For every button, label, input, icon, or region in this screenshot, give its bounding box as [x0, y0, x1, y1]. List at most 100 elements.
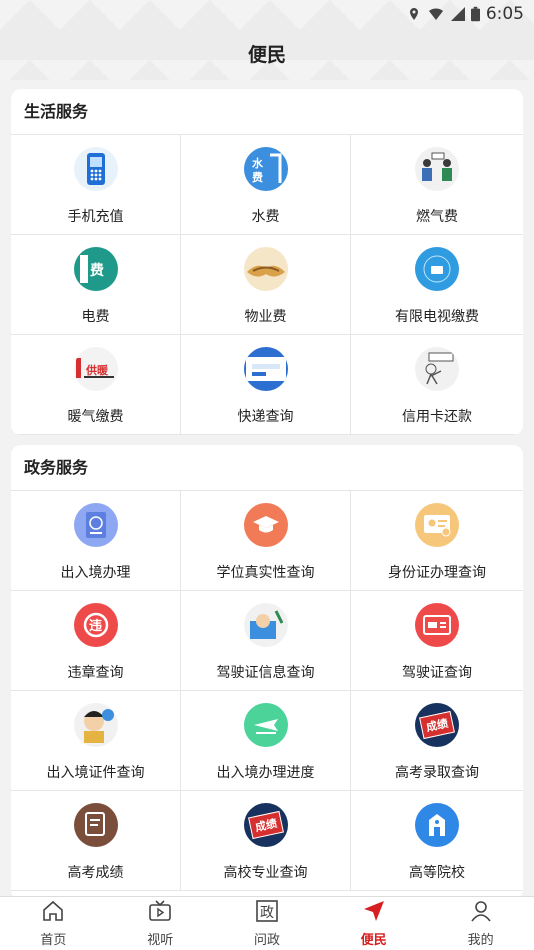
- gov-service-item[interactable]: 成绩 高考录取查询: [351, 691, 523, 791]
- flight-progress-icon: [243, 703, 288, 747]
- life-service-item-label: 水费: [251, 209, 280, 225]
- signal-icon: [450, 7, 465, 21]
- gov-service-item-label: 高考录取查询: [395, 765, 479, 781]
- life-service-item[interactable]: 费电费: [11, 235, 181, 335]
- gas-bill-icon: [415, 147, 459, 191]
- tv-icon: [148, 899, 172, 929]
- life-services-grid: 手机充值水费水费 燃气费费电费 物业费 有限电视缴费 供暖 暖气缴费 快递查询 信用卡还款: [11, 135, 523, 435]
- svg-text:水: 水: [252, 156, 264, 170]
- gov-service-item-label: 身份证办理查询: [388, 565, 486, 581]
- water-bill-icon: 水费: [243, 147, 288, 191]
- life-service-item[interactable]: 信用卡还款: [351, 335, 523, 435]
- user-icon: [469, 899, 493, 929]
- cable-tv-icon: [415, 247, 459, 291]
- gov-service-item[interactable]: 学位真实性查询: [181, 491, 351, 591]
- driver-info-icon: [243, 603, 288, 647]
- nav-item-label: 便民: [360, 933, 387, 948]
- life-service-item-label: 信用卡还款: [402, 409, 472, 425]
- life-service-item[interactable]: 快递查询: [181, 335, 351, 435]
- graduation-cap-icon: [243, 503, 288, 547]
- driver-license-icon: [415, 603, 459, 647]
- score-badge: 成绩: [419, 710, 455, 740]
- express-query-icon: [243, 347, 288, 391]
- gov-service-item[interactable]: 身份证办理查询: [351, 491, 523, 591]
- gov-service-item-label: 出入境办理进度: [216, 765, 315, 781]
- nav-item-label: 首页: [40, 933, 67, 948]
- bottom-nav: 首页 视听政问政 便民 我的: [0, 896, 534, 950]
- gov-service-item[interactable]: 违违章查询: [11, 591, 181, 691]
- passport-icon: [73, 503, 118, 547]
- life-service-item-label: 暖气缴费: [67, 409, 124, 425]
- life-services-card: 生活服务 手机充值水费水费 燃气费费电费 物业费 有限电视缴费 供暖 暖气缴费 快递查询 信用…: [11, 89, 523, 435]
- gov-service-item[interactable]: 出入境办理: [11, 491, 181, 591]
- violation-icon: 违: [73, 603, 118, 647]
- phone-recharge-icon: [73, 147, 118, 191]
- life-service-item-label: 燃气费: [416, 209, 458, 225]
- gov-service-item[interactable]: 高考成绩: [11, 791, 181, 891]
- gov-service-item-label: 驾驶证查询: [402, 665, 472, 681]
- gov-service-item-label: 高校专业查询: [223, 865, 308, 881]
- nav-item-tv[interactable]: 视听: [107, 897, 214, 950]
- gov-service-item-label: 高等院校: [409, 865, 465, 881]
- nav-item-home[interactable]: 首页: [0, 897, 107, 950]
- gov-service-item-label: 出入境办理: [60, 565, 131, 581]
- gov-service-item-label: 高考成绩: [67, 865, 124, 881]
- gov-service-item-label: 违章查询: [67, 665, 124, 681]
- gov-service-item[interactable]: 出入境办理进度: [181, 691, 351, 791]
- exam-score-icon: [73, 803, 118, 847]
- wifi-icon: [428, 8, 443, 20]
- svg-text:违: 违: [89, 618, 102, 634]
- gov-service-item-label: 驾驶证信息查询: [216, 665, 315, 681]
- politics-icon: 政: [255, 899, 279, 929]
- svg-text:费: 费: [90, 262, 104, 279]
- life-service-item-label: 快递查询: [237, 409, 294, 425]
- life-service-item[interactable]: 有限电视缴费: [351, 235, 523, 335]
- clock: 6:05: [485, 4, 524, 24]
- nav-item-politics[interactable]: 政问政: [214, 897, 321, 950]
- heating-fee-icon: 供暖: [73, 347, 118, 391]
- life-service-item-label: 电费: [81, 309, 110, 325]
- status-bar: 6:05: [407, 0, 524, 28]
- credit-card-icon: [415, 347, 459, 391]
- battery-icon: [470, 6, 480, 22]
- nav-item-label: 视听: [147, 933, 174, 948]
- gov-service-item[interactable]: 驾驶证信息查询: [181, 591, 351, 691]
- property-fee-icon: [243, 247, 288, 291]
- gov-services-grid: 出入境办理 学位真实性查询 身份证办理查询违违章查询 驾驶证信息查询 驾驶证查询 出入境证…: [11, 491, 523, 891]
- gov-services-card: 政务服务 出入境办理 学位真实性查询 身份证办理查询违违章查询 驾驶证信息查询 驾驶证查…: [11, 445, 523, 900]
- send-icon: [362, 899, 386, 929]
- exam-admission-icon: 成绩: [415, 703, 459, 747]
- life-service-item[interactable]: 物业费: [181, 235, 351, 335]
- life-service-item[interactable]: 燃气费: [351, 135, 523, 235]
- home-icon: [41, 899, 65, 929]
- nav-item-label: 问政: [253, 933, 280, 948]
- life-service-item[interactable]: 供暖 暖气缴费: [11, 335, 181, 435]
- nav-item-label: 我的: [467, 933, 494, 948]
- life-service-item-label: 有限电视缴费: [395, 309, 479, 325]
- score-badge: 成绩: [247, 810, 284, 840]
- life-service-item-label: 手机充值: [67, 209, 124, 225]
- major-query-icon: 成绩: [243, 803, 288, 847]
- immigration-doc-icon: [73, 703, 118, 747]
- section-title: 生活服务: [11, 89, 523, 135]
- gov-service-item[interactable]: 驾驶证查询: [351, 591, 523, 691]
- university-icon: [415, 803, 459, 847]
- gov-service-item-label: 出入境证件查询: [46, 765, 145, 781]
- life-service-item[interactable]: 手机充值: [11, 135, 181, 235]
- svg-text:政: 政: [260, 905, 274, 921]
- svg-text:供暖: 供暖: [85, 363, 109, 377]
- life-service-item[interactable]: 水费水费: [181, 135, 351, 235]
- nav-item-user[interactable]: 我的: [427, 897, 534, 950]
- gov-service-item[interactable]: 出入境证件查询: [11, 691, 181, 791]
- gov-service-item[interactable]: 成绩 高校专业查询: [181, 791, 351, 891]
- svg-text:费: 费: [252, 170, 263, 184]
- nav-item-send[interactable]: 便民: [320, 897, 427, 950]
- id-card-icon: [415, 503, 459, 547]
- electricity-bill-icon: 费: [73, 247, 118, 291]
- gov-service-item[interactable]: 高等院校: [351, 791, 523, 891]
- page-title: 便民: [247, 44, 286, 66]
- life-service-item-label: 物业费: [244, 309, 287, 325]
- section-title: 政务服务: [11, 445, 523, 491]
- gov-service-item-label: 学位真实性查询: [216, 565, 315, 581]
- location-icon: [409, 8, 418, 20]
